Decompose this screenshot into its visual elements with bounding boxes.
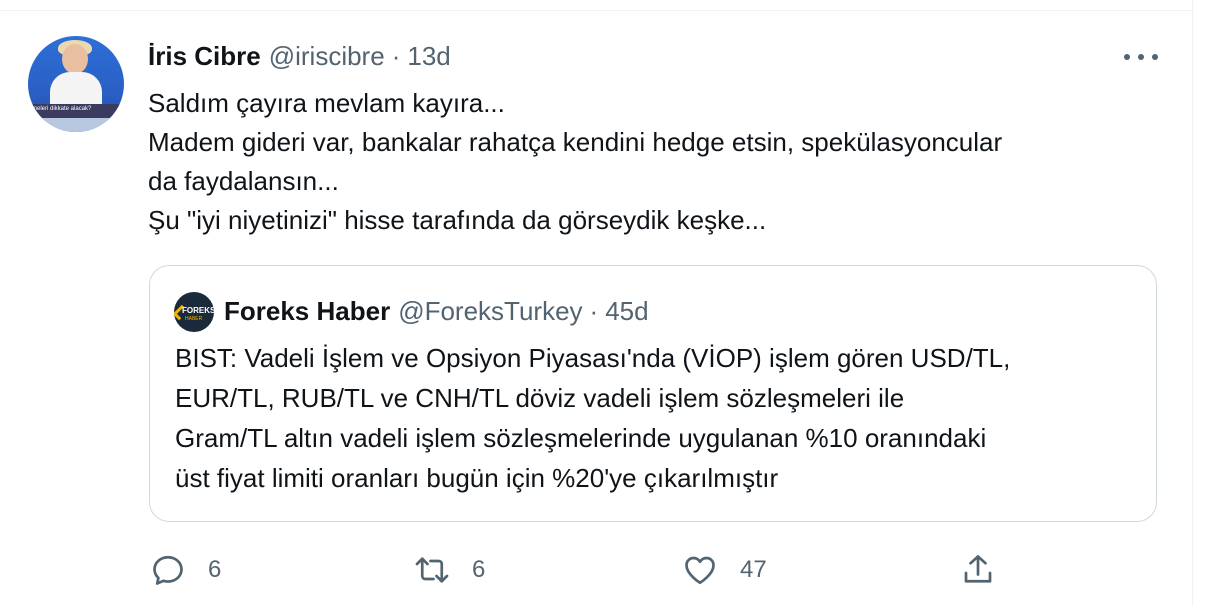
quoted-text-line: BIST: Vadeli İşlem ve Opsiyon Piyasası'n… [175, 343, 1011, 373]
tweet-header: İris Cibre @iriscibre · 13d [148, 40, 451, 72]
quoted-author-handle: @ForeksTurkey [398, 295, 583, 326]
share-icon [964, 555, 992, 583]
tweet-text-line: Saldım çayıra mevlam kayıra... [148, 88, 505, 118]
author-avatar[interactable]: meleri dikkate alacak? [28, 36, 124, 132]
action-bar: 6 6 47 [0, 548, 1208, 592]
quoted-separator: · [589, 295, 599, 326]
quoted-author-avatar: FOREKS HABER [174, 292, 214, 332]
logo-subtext: HABER [185, 316, 203, 322]
tweet-text: Saldım çayıra mevlam kayıra... Madem gid… [148, 84, 1168, 240]
retweet-button[interactable]: 6 [414, 548, 485, 592]
quoted-author-name: Foreks Haber [224, 295, 391, 326]
tweet-text-line: da faydalansın... [148, 166, 339, 196]
reply-button[interactable]: 6 [150, 548, 221, 592]
tweet-text-line: Şu "iyi niyetinizi" hisse tarafında da g… [148, 205, 767, 235]
quoted-text-line: üst fiyat limiti oranları bugün için %20… [175, 463, 779, 493]
quoted-text: BIST: Vadeli İşlem ve Opsiyon Piyasası'n… [175, 338, 1010, 498]
quoted-text-line: Gram/TL altın vadeli işlem sözleşmelerin… [175, 423, 987, 453]
retweet-icon [415, 557, 449, 583]
reply-icon [153, 555, 183, 585]
like-count: 47 [740, 556, 767, 583]
logo-text: FOREKS [182, 306, 214, 315]
reply-count: 6 [208, 556, 222, 583]
author-handle[interactable]: @iriscibre [269, 41, 385, 72]
quoted-tweet[interactable]: FOREKS HABER Foreks Haber @ForeksTurkey … [149, 265, 1157, 522]
quoted-timestamp: 45d [605, 295, 649, 326]
avatar-caption: meleri dikkate alacak? [32, 106, 92, 112]
avatar-tv-strip-lower [28, 118, 124, 132]
more-options-icon[interactable] [1124, 46, 1158, 68]
author-name[interactable]: İris Cibre [148, 41, 261, 72]
like-icon [685, 556, 715, 585]
right-divider [1192, 0, 1193, 606]
tweet-timestamp[interactable]: 13d [407, 41, 450, 72]
quoted-text-line: EUR/TL, RUB/TL ve CNH/TL döviz vadeli iş… [175, 383, 905, 413]
retweet-count: 6 [472, 556, 486, 583]
avatar-head [62, 44, 88, 74]
top-divider [0, 10, 1192, 11]
like-button[interactable]: 47 [682, 548, 767, 592]
tweet-text-line: Madem gideri var, bankalar rahatça kendi… [148, 127, 1003, 157]
quoted-header: Foreks Haber @ForeksTurkey · 45d [224, 294, 649, 328]
more-dot [1138, 54, 1144, 60]
more-dot [1124, 54, 1130, 60]
more-dot [1152, 54, 1158, 60]
share-button[interactable] [960, 548, 996, 592]
header-separator: · [391, 40, 401, 71]
